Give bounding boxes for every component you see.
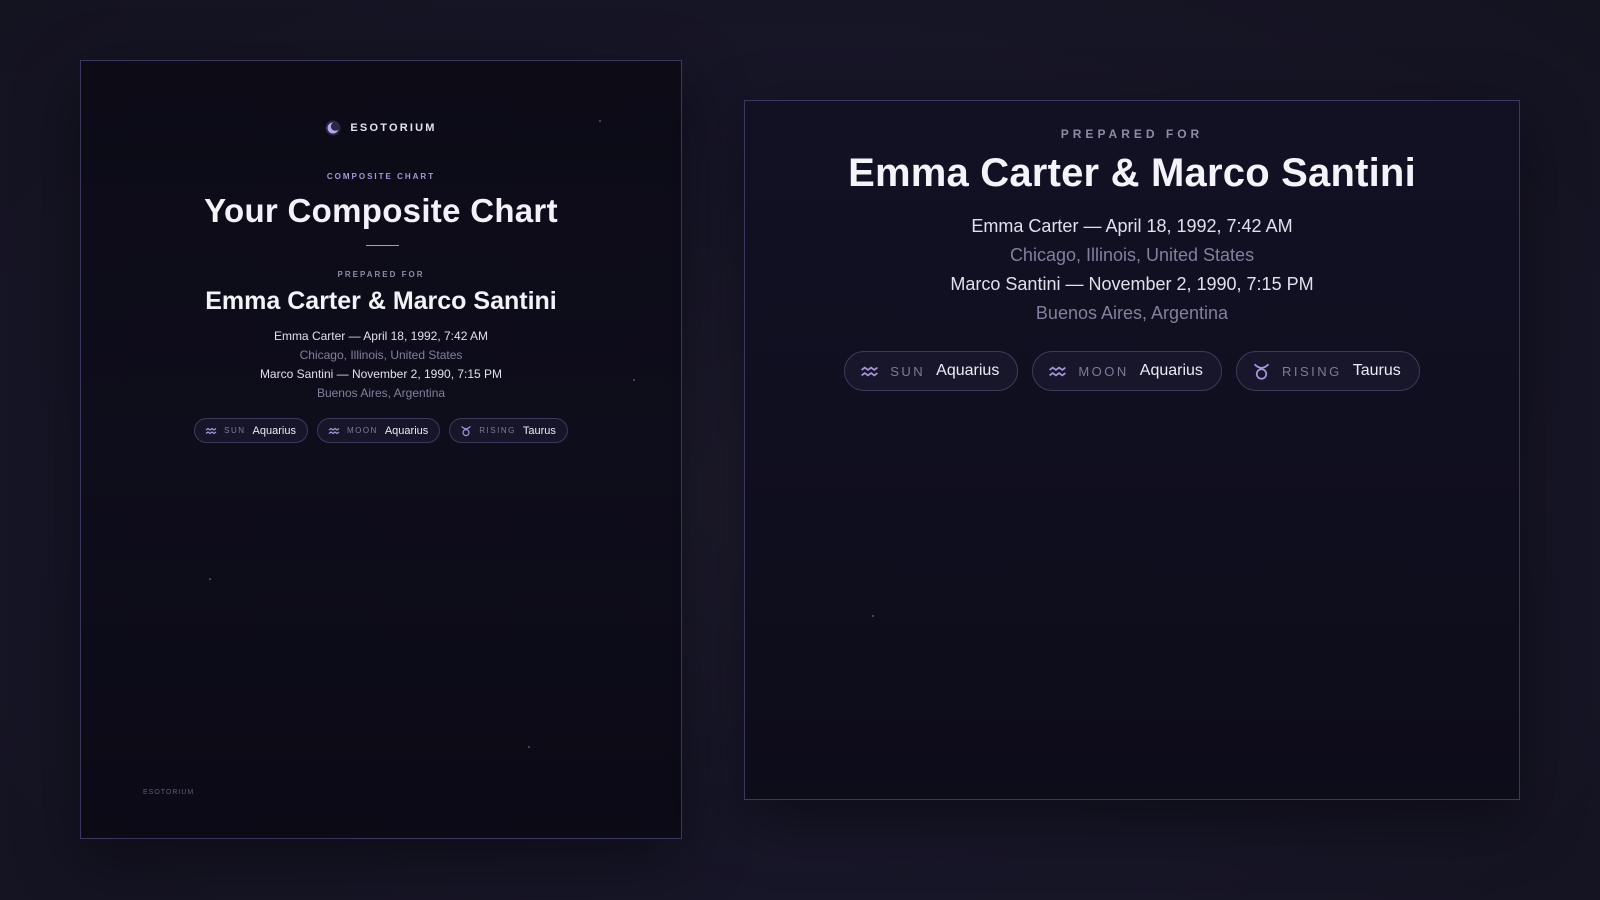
- birth-details-large: Emma Carter — April 18, 1992, 7:42 AM Ch…: [745, 212, 1519, 328]
- star-dot: [528, 746, 530, 748]
- brand-name: ESOTORIUM: [350, 122, 437, 134]
- person1-birth-line: Emma Carter — April 18, 1992, 7:42 AM: [273, 329, 489, 343]
- aquarius-icon: [328, 427, 340, 434]
- placement-value: Aquarius: [936, 362, 1000, 379]
- moon-placement-pill: MOON Aquarius: [1032, 351, 1222, 391]
- moon-placement-pill: MOON Aquarius: [316, 418, 441, 443]
- placement-label: MOON: [346, 426, 378, 435]
- placement-label: RISING: [479, 426, 516, 435]
- placement-label: RISING: [1281, 363, 1342, 379]
- rising-placement-pill: RISING Taurus: [449, 418, 568, 443]
- aquarius-icon: [1049, 365, 1067, 377]
- couple-names-large: Emma Carter & Marco Santini: [848, 151, 1416, 195]
- placement-label: MOON: [1078, 363, 1129, 379]
- placement-label: SUN: [224, 426, 246, 435]
- person2-birth-place: Buenos Aires, Argentina: [1035, 303, 1229, 323]
- placement-label: SUN: [890, 363, 926, 379]
- star-dot: [872, 615, 874, 617]
- moon-logo-icon: [325, 120, 341, 136]
- person2-birth-line: Marco Santini — November 2, 1990, 7:15 P…: [950, 274, 1314, 294]
- couple-names: Emma Carter & Marco Santini: [205, 287, 557, 315]
- placement-value: Aquarius: [1139, 362, 1203, 379]
- sun-placement-pill: SUN Aquarius: [844, 351, 1019, 391]
- aquarius-icon: [861, 365, 879, 377]
- person1-birth-place: Chicago, Illinois, United States: [299, 348, 463, 362]
- rising-placement-pill: RISING Taurus: [1235, 351, 1420, 391]
- zoom-detail-card: PREPARED FOR Emma Carter & Marco Santini…: [744, 100, 1520, 800]
- person2-birth-place: Buenos Aires, Argentina: [316, 386, 446, 400]
- prepared-for-label-large: PREPARED FOR: [1060, 127, 1204, 141]
- birth-details: Emma Carter — April 18, 1992, 7:42 AM Ch…: [81, 327, 681, 403]
- person1-birth-place: Chicago, Illinois, United States: [1009, 245, 1255, 265]
- page-title: Your Composite Chart: [204, 192, 558, 229]
- aquarius-icon: [205, 427, 217, 434]
- taurus-icon: [461, 425, 472, 436]
- placement-value: Taurus: [522, 424, 556, 437]
- star-dot: [209, 578, 211, 580]
- footer-brand: ESOTORIUM: [143, 789, 195, 796]
- taurus-icon: [1253, 363, 1270, 380]
- person1-birth-line: Emma Carter — April 18, 1992, 7:42 AM: [971, 216, 1293, 236]
- title-divider: [366, 245, 399, 246]
- prepared-for-label: PREPARED FOR: [337, 270, 425, 279]
- placement-pills-large: SUN Aquarius MOON Aquarius RISING Taurus: [745, 351, 1519, 391]
- preview-stage: ESOTORIUM COMPOSITE CHART Your Composite…: [0, 0, 1600, 900]
- placement-value: Aquarius: [252, 424, 296, 437]
- placement-pills: SUN Aquarius MOON Aquarius RISING Taurus: [81, 418, 681, 443]
- placement-value: Taurus: [1352, 362, 1401, 379]
- sun-placement-pill: SUN Aquarius: [194, 418, 308, 443]
- page-preview-card: ESOTORIUM COMPOSITE CHART Your Composite…: [80, 60, 682, 839]
- placement-value: Aquarius: [384, 424, 429, 437]
- brand-header: ESOTORIUM: [81, 120, 681, 136]
- person2-birth-line: Marco Santini — November 2, 1990, 7:15 P…: [259, 367, 503, 381]
- page-eyebrow: COMPOSITE CHART: [326, 172, 436, 181]
